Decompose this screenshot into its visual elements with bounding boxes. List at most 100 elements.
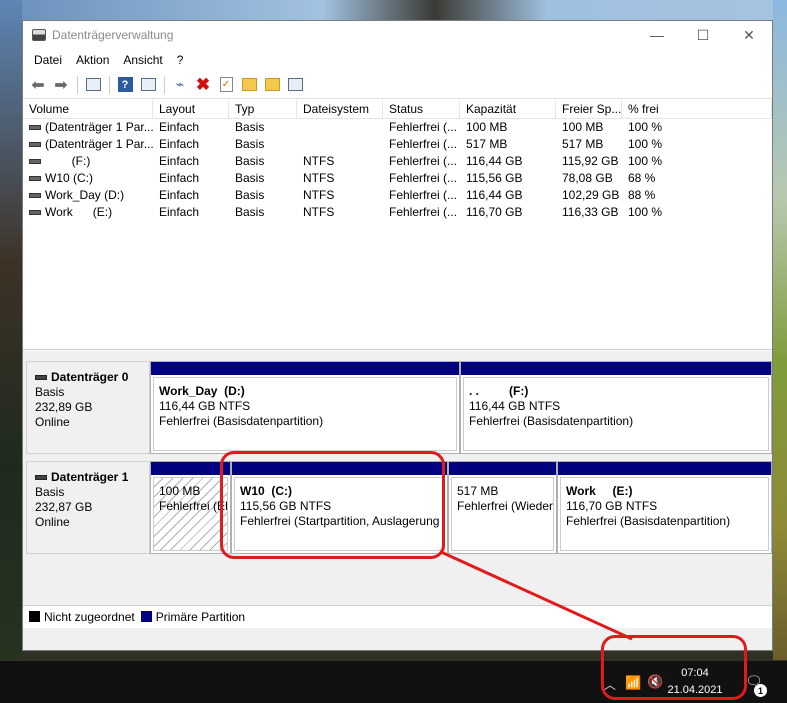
partition-f[interactable]: . . (F:) 116,44 GB NTFS Fehlerfrei (Basi…	[460, 361, 772, 454]
table-row[interactable]: Work_Day (D:) Einfach Basis NTFS Fehlerf…	[23, 187, 772, 204]
annotation-highlight-c-partition	[220, 451, 445, 559]
title-bar[interactable]: Datenträgerverwaltung — ☐ ✕	[23, 21, 772, 49]
cell-percent-free: 100 %	[628, 137, 663, 151]
close-button[interactable]: ✕	[726, 21, 772, 49]
window-title: Datenträgerverwaltung	[52, 28, 174, 42]
help-icon: ?	[117, 77, 133, 92]
desktop-wallpaper-top	[22, 0, 773, 20]
cell-status: Fehlerfrei (...	[389, 171, 458, 185]
cell-percent-free: 88 %	[628, 188, 656, 202]
cell-percent-free: 100 %	[628, 205, 663, 219]
console-tree-button[interactable]	[82, 74, 104, 96]
menu-datei[interactable]: Datei	[27, 53, 69, 67]
cell-volume: W10 (C:)	[23, 170, 153, 187]
partition-status: Fehlerfrei (Basisdatenpartition)	[159, 414, 324, 428]
legend-unallocated: Nicht zugeordnet	[29, 610, 135, 624]
disk-0-label[interactable]: Datenträger 0 Basis 232,89 GB Online	[26, 361, 150, 454]
disk-1-name: Datenträger 1	[35, 470, 149, 485]
volume-name: Work_Day (D:)	[45, 188, 125, 202]
cell-capacity: 517 MB	[466, 137, 508, 151]
back-arrow-icon: ⬅	[31, 76, 45, 94]
partition-size: 100 MB	[159, 484, 201, 498]
table-row[interactable]: (Datenträger 1 Par... Einfach Basis Fehl…	[23, 119, 772, 136]
delete-icon: ✖	[195, 74, 211, 94]
column-percent-free[interactable]: % frei	[622, 100, 772, 118]
volume-name: (Datenträger 1 Par...	[45, 137, 153, 151]
folder-up-button[interactable]	[238, 74, 260, 96]
check-icon: ✓	[219, 77, 233, 92]
delete-button[interactable]: ✖	[192, 74, 214, 96]
partition-e[interactable]: Work (E:) 116,70 GB NTFS Fehlerfrei (Bas…	[557, 461, 772, 554]
cell-filesystem: NTFS	[303, 205, 335, 219]
disk-0-name: Datenträger 0	[35, 370, 149, 385]
desktop-wallpaper-right	[773, 0, 787, 660]
column-status[interactable]: Status	[383, 100, 460, 118]
cell-layout: Einfach	[159, 171, 200, 185]
cell-filesystem	[297, 119, 383, 136]
disk-icon	[35, 475, 47, 480]
partition-bar	[461, 362, 771, 375]
column-volume[interactable]: Volume	[23, 100, 153, 118]
partition-bar	[449, 462, 556, 475]
cell-status: Fehlerfrei (...	[389, 137, 458, 151]
menu-ansicht[interactable]: Ansicht	[116, 53, 169, 67]
table-row[interactable]: Work (E:) Einfach Basis NTFS Fehlerfrei …	[23, 204, 772, 221]
partition-name: Work (E:)	[566, 484, 633, 498]
column-capacity[interactable]: Kapazität	[460, 100, 556, 118]
toolbar-separator	[164, 75, 165, 94]
menu-help[interactable]: ?	[170, 53, 191, 67]
partition-efi[interactable]: 100 MB Fehlerfrei (EF	[150, 461, 231, 554]
partition-size: 116,70 GB NTFS	[566, 499, 658, 513]
folder-search-button[interactable]	[261, 74, 283, 96]
disk-0-type: Basis	[35, 385, 65, 399]
cell-capacity: 100 MB	[466, 120, 508, 134]
help-button[interactable]: ?	[114, 74, 136, 96]
cell-layout: Einfach	[159, 154, 200, 168]
notification-count-badge: 1	[754, 684, 767, 697]
table-row[interactable]: (Datenträger 1 Par... Einfach Basis Fehl…	[23, 136, 772, 153]
cell-capacity: 116,44 GB	[466, 154, 523, 168]
disk-1-type: Basis	[35, 485, 65, 499]
disk-1-state: Online	[35, 515, 70, 529]
toolbar: ⬅ ➡ ? ⌁ ✖ ✓	[23, 71, 772, 99]
volume-icon	[29, 193, 41, 199]
back-button[interactable]: ⬅	[27, 74, 49, 96]
cell-free-space: 102,29 GB	[562, 188, 620, 202]
minimize-button[interactable]: —	[634, 21, 680, 49]
partition-name: Work_Day (D:)	[159, 384, 245, 398]
menu-bar: Datei Aktion Ansicht ?	[23, 49, 772, 71]
check-button[interactable]: ✓	[215, 74, 237, 96]
cell-free-space: 116,33 GB	[562, 205, 619, 219]
cell-volume: (F:)	[23, 153, 153, 170]
cell-volume: (Datenträger 1 Par...	[23, 136, 153, 153]
column-free-space[interactable]: Freier Sp...	[556, 100, 622, 118]
connect-drive-button[interactable]: ⌁	[169, 74, 191, 96]
column-type[interactable]: Typ	[229, 100, 297, 118]
partition-body: . . (F:) 116,44 GB NTFS Fehlerfrei (Basi…	[463, 377, 769, 451]
disk-0-row: Datenträger 0 Basis 232,89 GB Online Wor…	[26, 361, 772, 454]
partition-size: 116,44 GB NTFS	[469, 399, 561, 413]
cell-type: Basis	[235, 205, 265, 219]
settings-button[interactable]	[284, 74, 306, 96]
menu-aktion[interactable]: Aktion	[69, 53, 116, 67]
volume-icon	[29, 176, 41, 182]
partition-d[interactable]: Work_Day (D:) 116,44 GB NTFS Fehlerfrei …	[150, 361, 460, 454]
column-layout[interactable]: Layout	[153, 100, 229, 118]
partition-status: Fehlerfrei (Wiederh	[457, 499, 554, 513]
disk-1-label[interactable]: Datenträger 1 Basis 232,87 GB Online	[26, 461, 150, 554]
toolbar-separator	[109, 75, 110, 94]
settings-icon	[287, 78, 303, 91]
maximize-button[interactable]: ☐	[680, 21, 726, 49]
cell-status: Fehlerfrei (...	[389, 120, 458, 134]
table-row[interactable]: W10 (C:) Einfach Basis NTFS Fehlerfrei (…	[23, 170, 772, 187]
cell-capacity: 116,44 GB	[466, 188, 523, 202]
column-filesystem[interactable]: Dateisystem	[297, 100, 383, 118]
disk-0-size: 232,89 GB	[35, 400, 93, 414]
table-row[interactable]: (F:) Einfach Basis NTFS Fehlerfrei (... …	[23, 153, 772, 170]
properties-button[interactable]	[137, 74, 159, 96]
forward-button[interactable]: ➡	[50, 74, 72, 96]
properties-icon	[140, 78, 156, 91]
partition-recovery[interactable]: 517 MB Fehlerfrei (Wiederh	[448, 461, 557, 554]
cell-status: Fehlerfrei (...	[389, 188, 458, 202]
partition-status: Fehlerfrei (Basisdatenpartition)	[469, 414, 634, 428]
